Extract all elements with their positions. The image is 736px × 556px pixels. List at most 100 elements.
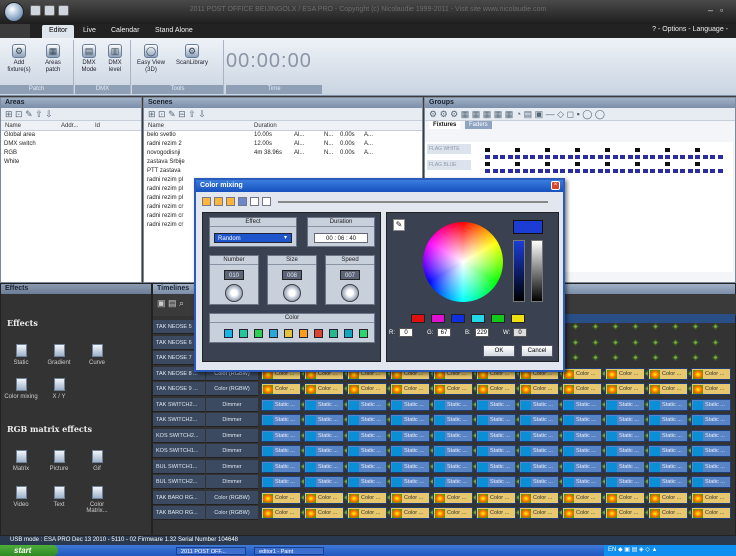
fixture-dot[interactable] [485, 162, 490, 166]
fixture-dot[interactable] [717, 169, 723, 173]
fixture-dot[interactable] [702, 169, 708, 173]
fixture-dot[interactable] [582, 155, 588, 159]
preset-color-swatch[interactable] [431, 314, 445, 323]
timeline-cue[interactable]: Static ... [691, 398, 731, 411]
timeline-cue[interactable]: Static ... [261, 398, 301, 411]
timeline-cue[interactable]: Color ... [261, 507, 301, 519]
taskbar-item-paint[interactable]: editor1 - Paint [254, 547, 324, 555]
fixture-dot[interactable] [702, 155, 708, 159]
timeline-cue[interactable]: Color ... [519, 507, 559, 519]
keyframe-diamond-icon[interactable] [711, 338, 720, 346]
color-swatch[interactable] [254, 329, 263, 338]
timeline-cue[interactable]: Static ... [304, 414, 344, 426]
fixture-dot[interactable] [695, 148, 700, 152]
close-icon[interactable]: × [551, 181, 560, 190]
timeline-cue[interactable]: Color ... [304, 383, 344, 395]
timeline-row[interactable]: TAK BARO RG... Color (RGBW) Color ... Color… [153, 506, 736, 521]
add-fixtures-button[interactable]: ⚙ Add fixture(s) [4, 44, 34, 74]
fixture-dot[interactable] [657, 155, 663, 159]
fixture-dot[interactable] [575, 155, 580, 159]
timeline-cue[interactable]: Static ... [261, 445, 301, 457]
group-label[interactable]: FLAG BLUE [427, 160, 471, 170]
timeline-cue[interactable]: Static ... [519, 429, 559, 442]
fixture-dot[interactable] [597, 155, 603, 159]
color-swatch[interactable] [329, 329, 338, 338]
keyframe-diamond-icon[interactable] [591, 322, 600, 331]
fixture-dot[interactable] [545, 169, 550, 173]
color-swatch[interactable] [224, 329, 233, 338]
fixture-dot[interactable] [552, 169, 558, 173]
timeline-cue[interactable]: Static ... [347, 398, 387, 411]
timeline-cue[interactable]: Static ... [476, 398, 516, 411]
effect-curve[interactable]: Curve [79, 344, 115, 366]
fixture-dot[interactable] [575, 148, 580, 152]
fixture-dot[interactable] [515, 169, 520, 173]
fixture-dot[interactable] [687, 155, 693, 159]
timeline-cue[interactable]: Static ... [347, 460, 387, 473]
fixture-dot[interactable] [680, 169, 685, 173]
timeline-cue[interactable]: Static ... [347, 429, 387, 442]
timeline-cue[interactable]: Color ... [562, 491, 602, 504]
keyframe-diamond-icon[interactable] [671, 338, 680, 346]
timeline-cue[interactable]: Color ... [390, 491, 430, 504]
area-row[interactable]: Global area [1, 131, 141, 140]
timeline-cue[interactable]: Static ... [648, 445, 688, 457]
keyframe-diamond-icon[interactable] [711, 353, 720, 362]
fixture-dot[interactable] [665, 148, 670, 152]
scan-library-button[interactable]: ⚙ ScanLibrary [170, 44, 214, 67]
fixture-dot[interactable] [635, 169, 640, 173]
fixture-dot[interactable] [515, 148, 520, 152]
timeline-cue[interactable]: Static ... [261, 460, 301, 473]
timeline-row[interactable]: KOS SWITCH1... Dimmer Static ... Static ...… [153, 444, 736, 459]
timeline-cue[interactable]: Color ... [648, 507, 688, 519]
timeline-row[interactable]: TAK SWITCH2... Dimmer Static ... Static ...… [153, 397, 736, 413]
timeline-cue[interactable]: Color ... [562, 367, 602, 380]
fixture-dot[interactable] [620, 169, 625, 173]
blue-input[interactable]: 229 [475, 328, 489, 337]
fixture-dot[interactable] [522, 155, 528, 159]
dialog-slider[interactable] [278, 201, 548, 203]
timeline-track-name[interactable]: BUL SWITCH2... [153, 475, 205, 489]
scene-row[interactable]: belo svetlo 10.00s Al... N... 0.00s A... [144, 131, 422, 140]
timeline-cue[interactable]: Color ... [347, 491, 387, 504]
effect-color-matrix[interactable]: Color Matrix... [79, 486, 115, 514]
timeline-cue[interactable]: Static ... [304, 429, 344, 442]
timeline-cue[interactable]: Color ... [691, 491, 731, 504]
keyframe-diamond-icon[interactable] [651, 338, 660, 346]
keyframe-diamond-icon[interactable] [571, 353, 580, 362]
fixture-dot[interactable] [635, 148, 640, 152]
timeline-cue[interactable]: Color ... [261, 383, 301, 395]
timeline-cue[interactable]: Static ... [648, 460, 688, 473]
fixture-dot[interactable] [560, 155, 565, 159]
dmx-level-button[interactable]: ▥ DMX level [103, 44, 127, 74]
red-input[interactable]: 0 [399, 328, 413, 337]
timeline-cue[interactable]: Color ... [605, 367, 645, 380]
fixture-dot[interactable] [635, 155, 640, 159]
timeline-row[interactable]: TAK BARO RG... Color (RGBW) Color ... Color… [153, 490, 736, 506]
areas-patch-button[interactable]: ▦ Areas patch [38, 44, 68, 74]
timeline-cue[interactable]: Static ... [605, 414, 645, 426]
fixture-dot[interactable] [717, 155, 723, 159]
number-value[interactable]: 010 [224, 270, 244, 280]
timeline-cue[interactable]: Color ... [433, 491, 473, 504]
fixture-dot[interactable] [590, 169, 595, 173]
timeline-track-name[interactable]: TAK SWITCH2... [153, 413, 205, 427]
fixture-dot[interactable] [605, 162, 610, 166]
fixture-dot[interactable] [537, 169, 543, 173]
timeline-cue[interactable]: Static ... [476, 476, 516, 488]
timeline-cue[interactable]: Static ... [433, 445, 473, 457]
keyframe-diamond-icon[interactable] [651, 322, 660, 331]
fixture-dot[interactable] [672, 169, 678, 173]
timeline-cue[interactable]: Static ... [433, 460, 473, 473]
effect-matrix[interactable]: Matrix [3, 450, 39, 472]
timeline-cue[interactable]: Static ... [261, 476, 301, 488]
fixture-dot[interactable] [560, 169, 565, 173]
timeline-cue[interactable]: Static ... [691, 429, 731, 442]
timeline-track-name[interactable]: KOS SWITCH2... [153, 428, 205, 443]
area-row[interactable]: RGB [1, 149, 141, 158]
timeline-cue[interactable]: Color ... [648, 367, 688, 380]
ok-button[interactable]: OK [483, 345, 515, 357]
timeline-cue[interactable]: Static ... [562, 460, 602, 473]
timeline-track-name[interactable]: TAK NEOSE 9 ... [153, 382, 205, 396]
dialog-tool-1-icon[interactable] [202, 197, 211, 206]
